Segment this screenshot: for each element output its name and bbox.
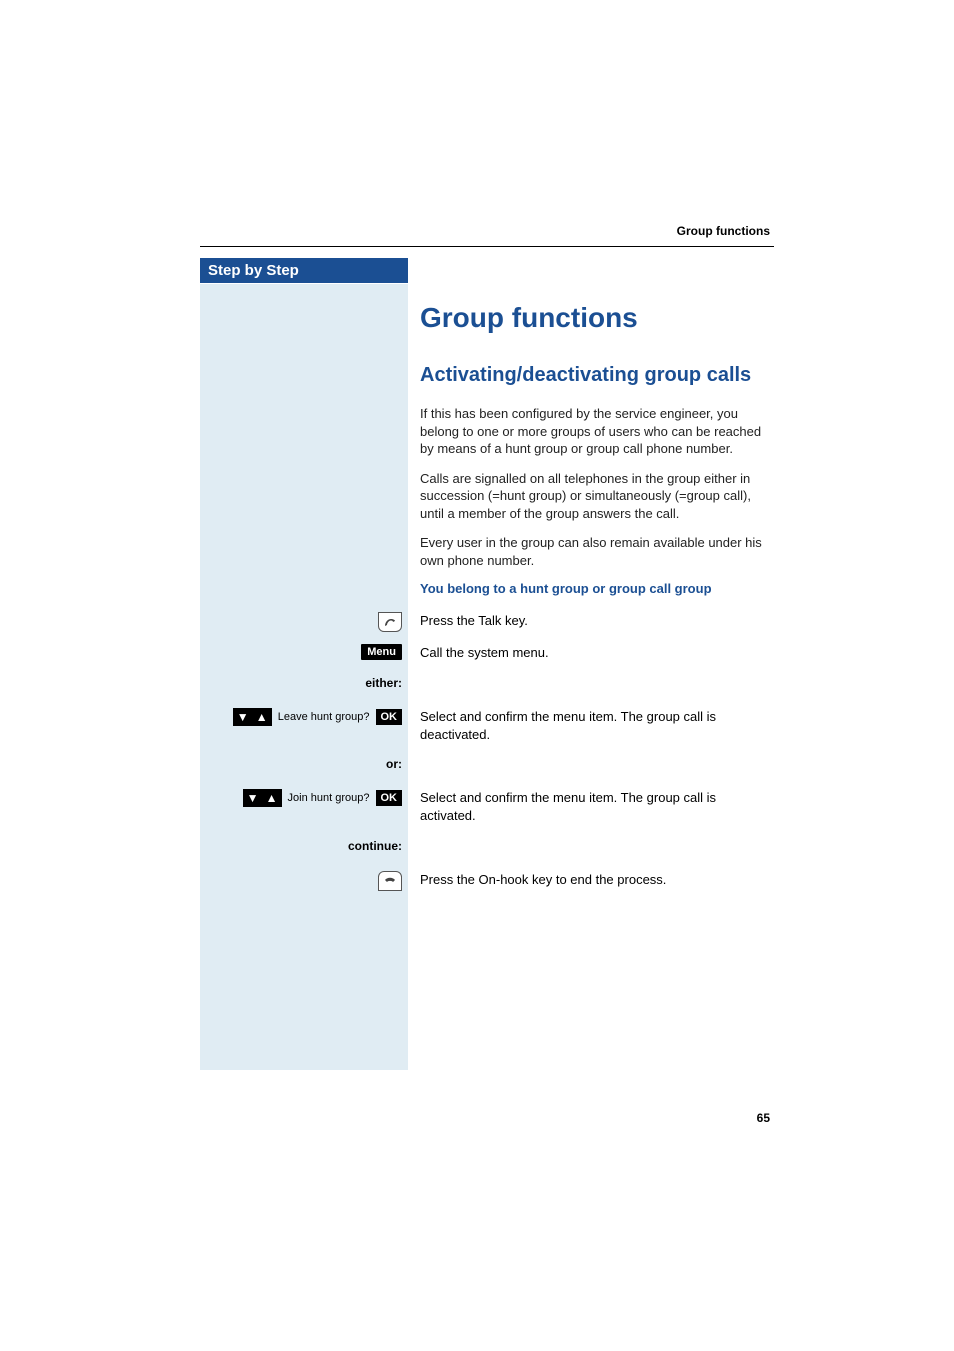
header-divider [200,246,774,247]
intro-paragraph-1: If this has been configured by the servi… [420,405,774,458]
heading-2: Activating/deactivating group calls [420,364,774,387]
sidebar-title: Step by Step [200,258,408,283]
label-continue: continue: [420,839,774,857]
step-menu-text: Call the system menu. [420,644,774,662]
ok-key-chip: OK [376,790,403,806]
page-number: 65 [757,1111,770,1125]
step-talk-key: Press the Talk key. [420,612,774,630]
display-leave-hunt: Leave hunt group? [276,711,372,723]
either-label: either: [365,676,402,690]
step-onhook: Press the On-hook key to end the process… [420,871,774,889]
continue-label: continue: [348,839,402,853]
label-either: either: [420,676,774,694]
updown-keys-icon: ▼▲ [233,708,272,726]
section-subhead: You belong to a hunt group or group call… [420,581,774,596]
step-menu: Menu Call the system menu. [420,644,774,662]
intro-paragraph-2: Calls are signalled on all telephones in… [420,470,774,523]
intro-paragraph-3: Every user in the group can also remain … [420,534,774,569]
menu-key-chip: Menu [361,644,402,660]
step-leave-group: ▼▲ Leave hunt group? OK Select and confi… [420,708,774,743]
page: Group functions Step by Step Group funct… [0,0,954,1351]
onhook-key-icon [378,871,402,891]
ok-key-chip: OK [376,709,403,725]
display-join-hunt: Join hunt group? [286,792,372,804]
step-join-group: ▼▲ Join hunt group? OK Select and confir… [420,789,774,824]
step-join-text: Select and confirm the menu item. The gr… [420,789,774,824]
or-label: or: [386,757,402,771]
label-or: or: [420,757,774,775]
main-column: Group functions Activating/deactivating … [420,284,774,903]
step-leave-text: Select and confirm the menu item. The gr… [420,708,774,743]
talk-key-icon [378,612,402,632]
updown-keys-icon: ▼▲ [243,789,282,807]
running-header: Group functions [677,224,770,238]
step-talk-text: Press the Talk key. [420,612,774,630]
heading-1: Group functions [420,302,774,334]
step-onhook-text: Press the On-hook key to end the process… [420,871,774,889]
